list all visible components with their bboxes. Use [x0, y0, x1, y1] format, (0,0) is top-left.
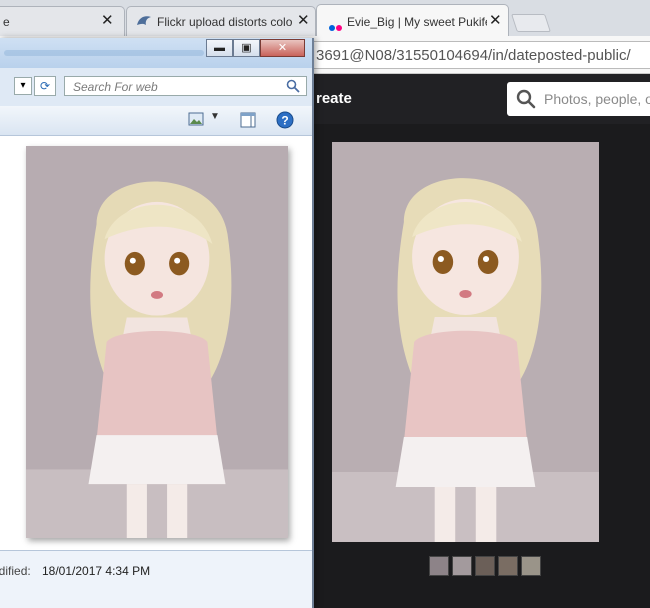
- photo-viewer-window: ▬ ▣ ✕ ▾ ⟳ Search For web ▼ ? dified: 18/…: [0, 38, 314, 608]
- viewer-address-row: ▾ ⟳ Search For web: [0, 74, 312, 98]
- window-pane-icon[interactable]: [240, 112, 256, 128]
- doll-photo-image: [332, 142, 599, 542]
- tab-label: e: [3, 15, 10, 29]
- flickr-search-input[interactable]: Photos, people, or: [507, 82, 650, 116]
- thumbnail[interactable]: [429, 556, 449, 576]
- thumbnail[interactable]: [475, 556, 495, 576]
- photostream-thumbnails: [429, 556, 544, 581]
- tab-flickr-photo[interactable]: Evie_Big | My sweet Pukifee ✕: [316, 4, 509, 36]
- svg-text:?: ?: [281, 114, 288, 128]
- browser-tab-strip: e ✕ Flickr upload distorts colo ✕ Evie_B…: [0, 0, 650, 36]
- thumbnail[interactable]: [498, 556, 518, 576]
- title-bar-reflection: [4, 50, 204, 56]
- flickr-photo[interactable]: [332, 142, 599, 542]
- picture-icon[interactable]: [188, 112, 204, 126]
- window-controls: ▬ ▣ ✕: [206, 39, 305, 57]
- flickr-help-forum-icon: [137, 16, 151, 25]
- minimize-button[interactable]: ▬: [206, 39, 233, 57]
- tab-label: Evie_Big | My sweet Pukifee: [347, 15, 487, 29]
- refresh-icon[interactable]: ⟳: [34, 76, 56, 96]
- url-text[interactable]: 3691@N08/31550104694/in/dateposted-publi…: [316, 47, 631, 64]
- web-search-input[interactable]: Search For web: [64, 76, 307, 96]
- thumbnail[interactable]: [521, 556, 541, 576]
- viewer-canvas: [0, 136, 312, 550]
- thumbnail[interactable]: [452, 556, 472, 576]
- doll-photo-image: [26, 146, 288, 538]
- help-icon[interactable]: ?: [276, 111, 294, 129]
- viewer-toolbar: ▼ ?: [0, 106, 312, 136]
- chevron-down-icon[interactable]: ▼: [210, 111, 220, 122]
- close-tab-icon[interactable]: ✕: [489, 13, 502, 29]
- search-icon: [286, 79, 300, 93]
- date-modified-label: odified:: [0, 564, 31, 578]
- tab-previous[interactable]: e ✕: [0, 6, 125, 36]
- maximize-button[interactable]: ▣: [233, 39, 260, 57]
- search-placeholder: Photos, people, or: [544, 91, 650, 107]
- viewer-title-bar[interactable]: ▬ ▣ ✕: [0, 38, 312, 68]
- close-tab-icon[interactable]: ✕: [297, 13, 310, 29]
- history-dropdown-button[interactable]: ▾: [14, 77, 32, 95]
- close-tab-icon[interactable]: ✕: [101, 13, 114, 29]
- flickr-logo-icon: [329, 18, 343, 36]
- date-modified-value: 18/01/2017 4:34 PM: [42, 564, 151, 578]
- search-placeholder: Search For web: [73, 80, 158, 94]
- new-tab-button[interactable]: [511, 14, 551, 32]
- tab-flickr-help[interactable]: Flickr upload distorts colo ✕: [126, 6, 316, 36]
- viewer-photo[interactable]: [26, 146, 288, 538]
- create-link[interactable]: reate: [316, 90, 352, 107]
- viewer-details-pane: odified: 18/01/2017 4:34 PM: [0, 550, 312, 608]
- close-window-button[interactable]: ✕: [260, 39, 305, 57]
- tab-label: Flickr upload distorts colo: [157, 15, 293, 29]
- search-icon: [516, 89, 536, 109]
